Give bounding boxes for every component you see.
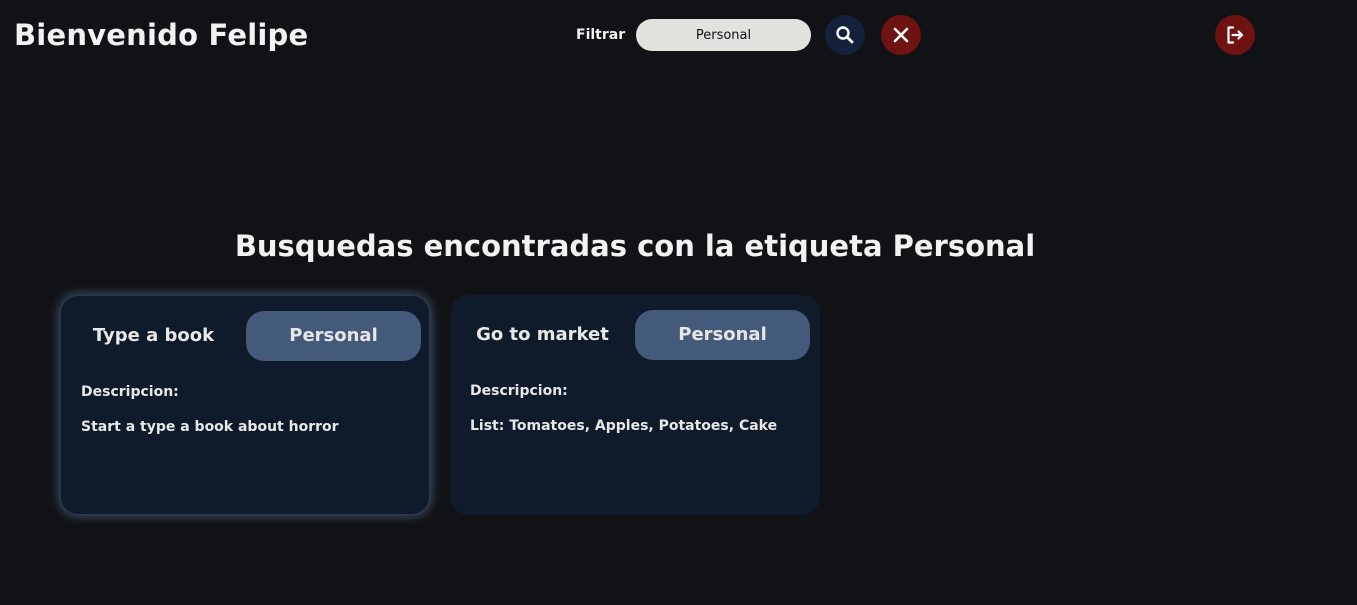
filter-label: Filtrar: [576, 27, 626, 43]
description-label: Descripcion:: [81, 384, 179, 400]
logout-icon: [1225, 25, 1245, 45]
description-text: List: Tomatoes, Apples, Potatoes, Cake: [470, 418, 778, 434]
clear-filter-button[interactable]: [881, 15, 921, 55]
description-text: Start a type a book about horror: [81, 419, 339, 435]
card-tag-badge[interactable]: Personal: [246, 311, 421, 361]
card-title: Go to market: [476, 324, 609, 345]
card-title: Type a book: [92, 325, 215, 346]
search-button[interactable]: [825, 15, 865, 55]
logout-button[interactable]: [1215, 15, 1255, 55]
close-icon: [892, 26, 910, 44]
results-title: Busquedas encontradas con la etiqueta Pe…: [234, 229, 1036, 263]
filter-input[interactable]: [636, 19, 811, 51]
card-tag-badge[interactable]: Personal: [635, 310, 810, 360]
description-label: Descripcion:: [470, 383, 568, 399]
task-card[interactable]: Type a book Personal Descripcion: Start …: [60, 295, 430, 515]
task-card[interactable]: Go to market Personal Descripcion: List:…: [450, 295, 820, 515]
search-icon: [835, 25, 855, 45]
top-bar: Bienvenido Felipe Filtrar: [0, 0, 1357, 70]
welcome-heading: Bienvenido Felipe: [14, 18, 309, 52]
